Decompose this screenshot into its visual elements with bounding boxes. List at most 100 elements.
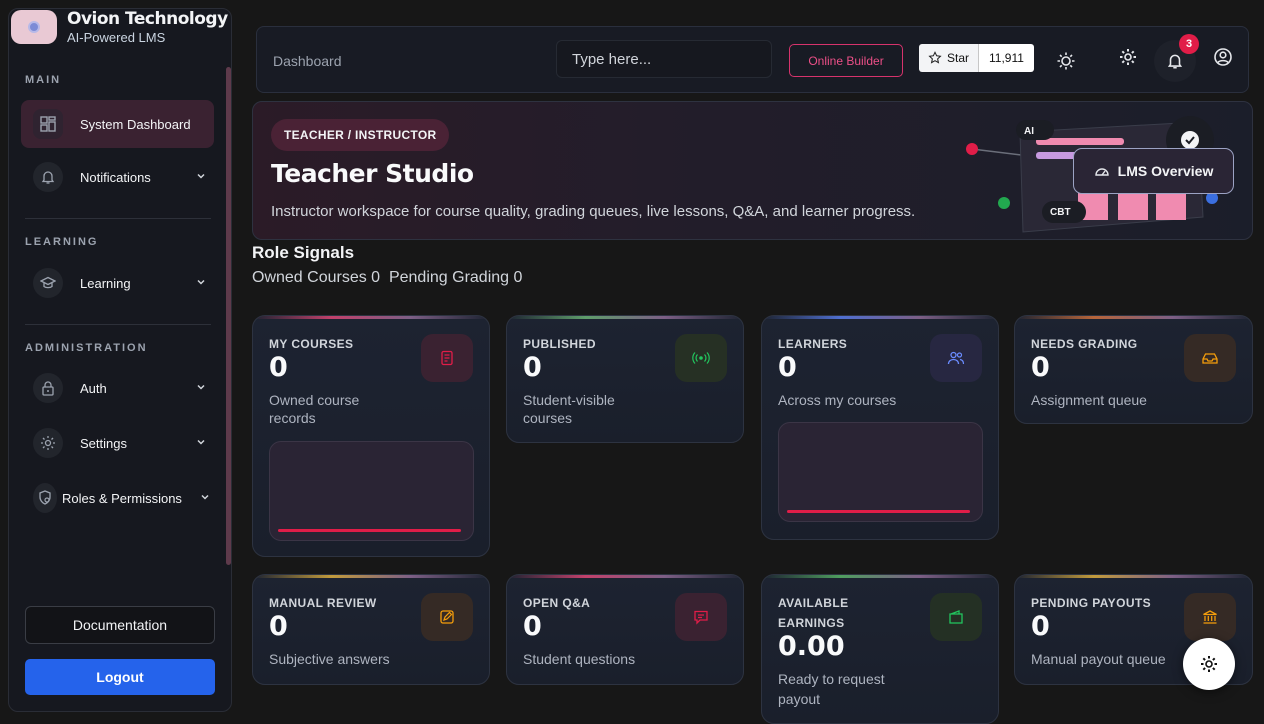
card-value: 0 xyxy=(269,352,288,383)
star-icon xyxy=(928,51,942,64)
sidebar-item-learning[interactable]: Learning xyxy=(21,259,214,307)
search-input[interactable]: Type here... xyxy=(556,40,772,78)
chevron-down-icon xyxy=(200,489,210,507)
gauge-icon xyxy=(1094,168,1109,176)
hero-banner: TEACHER / INSTRUCTOR Teacher Studio Inst… xyxy=(252,101,1253,240)
documentation-button[interactable]: Documentation xyxy=(25,606,215,644)
card-description: Student questions xyxy=(523,651,636,667)
card-value: 0 xyxy=(1031,611,1050,642)
chevron-down-icon xyxy=(196,274,206,292)
stat-card-available-earnings[interactable]: AVAILABLE EARNINGS 0.00 Ready to request… xyxy=(761,574,999,724)
chevron-down-icon xyxy=(196,168,206,186)
card-title: PUBLISHED xyxy=(523,337,596,351)
card-description: Manual payout queue xyxy=(1031,651,1166,667)
stat-card-manual-review[interactable]: MANUAL REVIEW 0 Subjective answers xyxy=(252,574,490,685)
lms-overview-label: LMS Overview xyxy=(1117,163,1214,179)
chat-icon xyxy=(675,593,727,641)
divider xyxy=(25,324,211,325)
github-star-button[interactable]: Star 11,911 xyxy=(919,44,1034,72)
inbox-icon xyxy=(1184,334,1236,382)
sidebar-item-system-dashboard[interactable]: System Dashboard xyxy=(21,100,214,148)
sidebar-item-auth[interactable]: Auth xyxy=(21,364,214,412)
card-value: 0 xyxy=(269,611,288,642)
progress-bar xyxy=(278,529,461,532)
card-description: Assignment queue xyxy=(1031,392,1147,408)
sparkline-panel xyxy=(269,441,474,541)
card-value: 0 xyxy=(523,611,542,642)
section-title-administration: ADMINISTRATION xyxy=(25,342,148,354)
section-title-main: MAIN xyxy=(25,74,62,86)
card-description: Owned course records xyxy=(269,392,360,426)
card-title: LEARNERS xyxy=(778,337,848,351)
card-title: MANUAL REVIEW xyxy=(269,596,377,610)
role-signals-title: Role Signals xyxy=(252,243,355,262)
chevron-down-icon xyxy=(196,379,206,397)
topbar: Dashboard Type here... Online Builder St… xyxy=(256,26,1249,93)
card-description: Ready to request payout xyxy=(778,671,885,707)
sidebar-item-settings[interactable]: Settings xyxy=(21,419,214,467)
users-icon xyxy=(930,334,982,382)
card-title: OPEN Q&A xyxy=(523,596,591,610)
stat-card-needs-grading[interactable]: NEEDS GRADING 0 Assignment queue xyxy=(1014,315,1253,424)
dashboard-icon xyxy=(33,109,63,139)
gear-icon xyxy=(1201,656,1217,672)
card-value: 0 xyxy=(778,352,797,383)
brand-logo xyxy=(11,10,57,44)
star-count: 11,911 xyxy=(979,44,1034,72)
divider xyxy=(25,218,211,219)
user-circle-icon[interactable] xyxy=(1212,46,1234,68)
sidebar-item-roles-permissions[interactable]: Roles & Permissions xyxy=(21,474,214,522)
gear-icon xyxy=(33,428,63,458)
edit-icon xyxy=(421,593,473,641)
card-value: 0 xyxy=(1031,352,1050,383)
brand-name: Ovion Technology xyxy=(67,9,228,29)
sparkline-panel xyxy=(778,422,983,522)
progress-bar xyxy=(787,510,970,513)
brand-subtitle: AI-Powered LMS xyxy=(67,30,166,45)
brand[interactable]: Ovion Technology AI-Powered LMS xyxy=(11,9,228,45)
sidebar-item-notifications[interactable]: Notifications xyxy=(21,153,214,201)
sidebar-item-label: Notifications xyxy=(80,169,151,185)
card-title: MY COURSES xyxy=(269,337,354,351)
sidebar-item-label: Learning xyxy=(80,275,131,291)
floating-settings-button[interactable] xyxy=(1183,638,1235,690)
role-signals-summary: Owned Courses 0 Pending Grading 0 xyxy=(252,269,523,286)
sidebar-item-label: Settings xyxy=(80,435,127,451)
gear-icon[interactable] xyxy=(1117,46,1139,68)
chevron-down-icon xyxy=(196,434,206,452)
lock-icon xyxy=(33,373,63,403)
card-description: Across my courses xyxy=(778,392,897,408)
card-title: PENDING PAYOUTS xyxy=(1031,596,1152,610)
online-builder-button[interactable]: Online Builder xyxy=(789,44,903,77)
illustration-label-cbt: CBT xyxy=(1050,207,1071,218)
star-label: Star xyxy=(947,51,970,65)
card-value: 0 xyxy=(523,352,542,383)
section-title-learning: LEARNING xyxy=(25,236,99,248)
shield-user-icon xyxy=(33,483,57,513)
sidebar-item-label: Auth xyxy=(80,380,107,396)
wallet-icon xyxy=(930,593,982,641)
notification-badge: 3 xyxy=(1179,34,1199,54)
card-value: 0.00 xyxy=(778,631,845,662)
hero-description: Instructor workspace for course quality,… xyxy=(271,203,916,220)
sidebar-scrollbar[interactable] xyxy=(226,67,231,565)
stat-card-open-qa[interactable]: OPEN Q&A 0 Student questions xyxy=(506,574,744,685)
stat-card-my-courses[interactable]: MY COURSES 0 Owned course records xyxy=(252,315,490,557)
card-description: Subjective answers xyxy=(269,651,390,667)
bell-icon xyxy=(1165,51,1185,71)
sun-icon[interactable] xyxy=(1055,50,1077,72)
graduation-cap-icon xyxy=(33,268,63,298)
card-description: Student-visible courses xyxy=(523,392,615,426)
stat-card-published[interactable]: PUBLISHED 0 Student-visible courses xyxy=(506,315,744,443)
sidebar-item-label: System Dashboard xyxy=(80,116,191,132)
role-chip: TEACHER / INSTRUCTOR xyxy=(271,119,450,151)
breadcrumb[interactable]: Dashboard xyxy=(273,53,342,69)
illustration-label-ai: AI xyxy=(1024,126,1034,137)
lms-overview-button[interactable]: LMS Overview xyxy=(1073,148,1234,194)
bank-icon xyxy=(1184,593,1236,641)
broadcast-icon xyxy=(675,334,727,382)
logout-button[interactable]: Logout xyxy=(25,659,215,695)
stat-card-learners[interactable]: LEARNERS 0 Across my courses xyxy=(761,315,999,540)
sidebar: Ovion Technology AI-Powered LMS MAIN Sys… xyxy=(8,8,232,712)
card-title: AVAILABLE EARNINGS xyxy=(778,596,849,630)
